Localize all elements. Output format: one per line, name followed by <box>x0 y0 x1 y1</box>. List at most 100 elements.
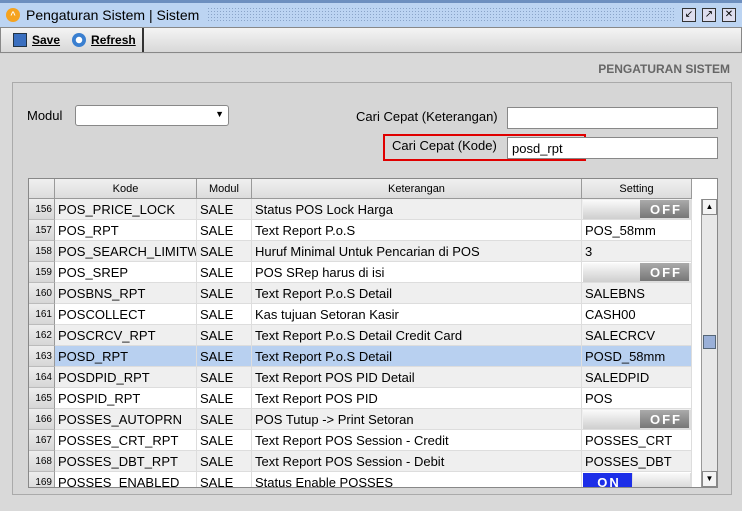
kode-cell: POSSES_DBT_RPT <box>55 451 197 472</box>
maximize-icon[interactable]: ↗ <box>702 8 716 22</box>
toggle-state: ON <box>583 473 633 487</box>
modul-cell: SALE <box>197 241 252 262</box>
kode-cell: POSSES_ENABLED <box>55 472 197 487</box>
row-number: 168 <box>29 451 55 472</box>
table-row[interactable]: 163 POSD_RPT SALE Text Report P.o.S Detail P… <box>29 346 692 367</box>
keterangan-cell: Kas tujuan Setoran Kasir <box>252 304 582 325</box>
modul-cell: SALE <box>197 220 252 241</box>
setting-cell[interactable]: OFF <box>582 199 692 220</box>
setting-cell[interactable]: 3 <box>582 241 692 262</box>
keterangan-cell: Text Report POS Session - Debit <box>252 451 582 472</box>
kode-cell: POSDPID_RPT <box>55 367 197 388</box>
setting-cell[interactable]: POS <box>582 388 692 409</box>
header-kode[interactable]: Kode <box>55 179 197 199</box>
table-row[interactable]: 159 POS_SREP SALE POS SRep harus di isi OFF <box>29 262 692 283</box>
refresh-label: Refresh <box>91 33 136 47</box>
modul-cell: SALE <box>197 430 252 451</box>
toolbar: Save Refresh <box>0 27 742 53</box>
setting-cell[interactable]: POS_58mm <box>582 220 692 241</box>
setting-cell[interactable]: SALEDPID <box>582 367 692 388</box>
kode-cell: POSD_RPT <box>55 346 197 367</box>
table-row[interactable]: 166 POSSES_AUTOPRN SALE POS Tutup -> Print … <box>29 409 692 430</box>
toggle-switch[interactable]: OFF <box>583 263 691 282</box>
scroll-up-icon[interactable]: ▲ <box>702 199 717 215</box>
keterangan-cell: Text Report POS PID Detail <box>252 367 582 388</box>
row-number: 166 <box>29 409 55 430</box>
setting-cell[interactable]: POSSES_DBT <box>582 451 692 472</box>
modul-cell: SALE <box>197 283 252 304</box>
setting-cell[interactable]: ON <box>582 472 692 487</box>
toggle-switch[interactable]: ON <box>583 473 691 487</box>
title-drag-area[interactable] <box>207 7 674 23</box>
window-title: Pengaturan Sistem | Sistem <box>26 7 200 23</box>
setting-cell[interactable]: CASH00 <box>582 304 692 325</box>
kode-cell: POS_RPT <box>55 220 197 241</box>
scroll-down-icon[interactable]: ▼ <box>702 471 717 487</box>
row-number: 163 <box>29 346 55 367</box>
toggle-switch[interactable]: OFF <box>583 200 691 219</box>
keterangan-cell: Text Report P.o.S <box>252 220 582 241</box>
keterangan-cell: Status POS Lock Harga <box>252 199 582 220</box>
kode-cell: POS_SEARCH_LIMITW <box>55 241 197 262</box>
table-row[interactable]: 168 POSSES_DBT_RPT SALE Text Report POS Ses… <box>29 451 692 472</box>
restore-icon[interactable]: ↙ <box>682 8 696 22</box>
header-modul[interactable]: Modul <box>197 179 252 199</box>
row-number: 162 <box>29 325 55 346</box>
row-number: 167 <box>29 430 55 451</box>
table-header: Kode Modul Keterangan Setting <box>29 179 692 199</box>
floppy-icon <box>13 33 27 47</box>
table-row[interactable]: 169 POSSES_ENABLED SALE Status Enable POSSE… <box>29 472 692 487</box>
chevron-down-icon: ▼ <box>215 109 224 119</box>
table-row[interactable]: 156 POS_PRICE_LOCK SALE Status POS Lock Har… <box>29 199 692 220</box>
kode-cell: POSBNS_RPT <box>55 283 197 304</box>
modul-cell: SALE <box>197 388 252 409</box>
keterangan-cell: POS Tutup -> Print Setoran <box>252 409 582 430</box>
table-row[interactable]: 162 POSCRCV_RPT SALE Text Report P.o.S Deta… <box>29 325 692 346</box>
setting-cell[interactable]: POSSES_CRT <box>582 430 692 451</box>
table-row[interactable]: 161 POSCOLLECT SALE Kas tujuan Setoran Kasi… <box>29 304 692 325</box>
close-icon[interactable]: ✕ <box>722 8 736 22</box>
content: PENGATURAN SISTEM Modul ▼ Cari Cepat (Ke… <box>0 54 742 511</box>
keterangan-cell: Status Enable POSSES <box>252 472 582 487</box>
save-button[interactable]: Save <box>13 33 60 47</box>
table-row[interactable]: 157 POS_RPT SALE Text Report P.o.S POS_58mm <box>29 220 692 241</box>
scroll-thumb[interactable] <box>703 335 716 349</box>
header-setting[interactable]: Setting <box>582 179 692 199</box>
modul-cell: SALE <box>197 451 252 472</box>
table-row[interactable]: 167 POSSES_CRT_RPT SALE Text Report POS Ses… <box>29 430 692 451</box>
modul-select[interactable]: ▼ <box>75 105 229 126</box>
table-row[interactable]: 160 POSBNS_RPT SALE Text Report P.o.S Detai… <box>29 283 692 304</box>
vertical-scrollbar[interactable]: ▲ ▼ <box>701 199 717 487</box>
keterangan-cell: Text Report POS PID <box>252 388 582 409</box>
header-keterangan[interactable]: Keterangan <box>252 179 582 199</box>
toggle-state: OFF <box>640 263 690 282</box>
settings-table: Kode Modul Keterangan Setting 156 POS_PRI… <box>28 178 718 488</box>
setting-cell[interactable]: OFF <box>582 409 692 430</box>
setting-cell[interactable]: POSD_58mm <box>582 346 692 367</box>
setting-cell[interactable]: SALECRCV <box>582 325 692 346</box>
modul-cell: SALE <box>197 325 252 346</box>
table-row[interactable]: 165 POSPID_RPT SALE Text Report POS PID POS <box>29 388 692 409</box>
settings-panel: Modul ▼ Cari Cepat (Keterangan) Cari Cep… <box>12 82 732 495</box>
title-bar: ^ Pengaturan Sistem | Sistem ↙ ↗ ✕ <box>0 0 742 27</box>
cari-kode-label: Cari Cepat (Kode) <box>392 138 497 153</box>
setting-cell[interactable]: OFF <box>582 262 692 283</box>
row-number: 160 <box>29 283 55 304</box>
setting-cell[interactable]: SALEBNS <box>582 283 692 304</box>
cari-kode-input[interactable]: posd_rpt <box>507 137 718 159</box>
table-row[interactable]: 164 POSDPID_RPT SALE Text Report POS PID De… <box>29 367 692 388</box>
kode-cell: POSCOLLECT <box>55 304 197 325</box>
keterangan-cell: Text Report P.o.S Detail <box>252 346 582 367</box>
toolbar-divider <box>141 28 144 52</box>
keterangan-cell: Text Report POS Session - Credit <box>252 430 582 451</box>
row-number: 159 <box>29 262 55 283</box>
row-number: 161 <box>29 304 55 325</box>
row-number: 165 <box>29 388 55 409</box>
row-number: 156 <box>29 199 55 220</box>
modul-cell: SALE <box>197 346 252 367</box>
toggle-switch[interactable]: OFF <box>583 410 691 429</box>
table-row[interactable]: 158 POS_SEARCH_LIMITW SALE Huruf Minimal Un… <box>29 241 692 262</box>
refresh-icon <box>72 33 87 47</box>
refresh-button[interactable]: Refresh <box>72 33 136 47</box>
cari-keterangan-input[interactable] <box>507 107 718 129</box>
